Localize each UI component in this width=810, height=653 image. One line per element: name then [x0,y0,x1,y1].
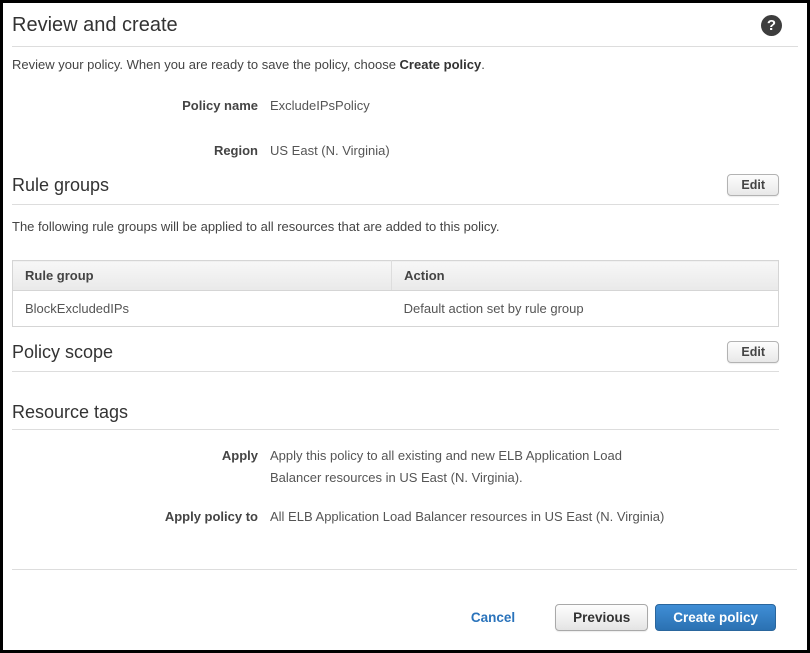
rule-groups-title: Rule groups [12,175,109,196]
policy-scope-section-header: Policy scope Edit [12,341,779,372]
policy-name-value: ExcludeIPsPolicy [270,98,370,113]
region-label: Region [12,143,258,158]
rule-groups-description: The following rule groups will be applie… [12,219,798,234]
resource-tags-section-header: Resource tags [12,402,779,430]
page-header: Review and create ? [12,14,798,37]
policy-scope-title: Policy scope [12,342,113,363]
rule-groups-table: Rule group Action BlockExcludedIPs Defau… [12,260,779,327]
intro-text: Review your policy. When you are ready t… [12,57,798,72]
intro-suffix: . [481,57,485,72]
column-header-rule-group: Rule group [13,261,392,291]
title-divider [12,46,798,47]
apply-value: Apply this policy to all existing and ne… [270,445,625,489]
apply-label: Apply [12,445,258,467]
rule-group-cell: BlockExcludedIPs [13,291,392,327]
resource-tags-title: Resource tags [12,402,128,423]
help-icon[interactable]: ? [761,15,782,36]
create-policy-button[interactable]: Create policy [655,604,776,631]
column-header-action: Action [392,261,779,291]
review-page: Review and create ? Review your policy. … [3,14,807,528]
apply-policy-to-label: Apply policy to [12,506,258,528]
footer-actions: Cancel Previous Create policy [471,604,776,631]
table-header-row: Rule group Action [13,261,779,291]
footer-divider [12,569,797,570]
policy-name-label: Policy name [12,98,258,113]
cancel-link[interactable]: Cancel [471,610,515,625]
policy-name-row: Policy name ExcludeIPsPolicy [12,98,798,113]
action-cell: Default action set by rule group [392,291,779,327]
table-row: BlockExcludedIPs Default action set by r… [13,291,779,327]
rule-groups-section-header: Rule groups Edit [12,174,779,205]
apply-policy-to-value: All ELB Application Load Balancer resour… [270,506,664,528]
resource-tags-body: Apply Apply this policy to all existing … [12,445,798,528]
apply-policy-to-row: Apply policy to All ELB Application Load… [12,506,798,528]
intro-prefix: Review your policy. When you are ready t… [12,57,400,72]
intro-bold: Create policy [400,57,482,72]
policy-scope-edit-button[interactable]: Edit [727,341,779,363]
region-value: US East (N. Virginia) [270,143,390,158]
region-row: Region US East (N. Virginia) [12,143,798,158]
apply-row: Apply Apply this policy to all existing … [12,445,798,489]
rule-groups-edit-button[interactable]: Edit [727,174,779,196]
previous-button[interactable]: Previous [555,604,648,631]
page-title: Review and create [12,14,178,37]
